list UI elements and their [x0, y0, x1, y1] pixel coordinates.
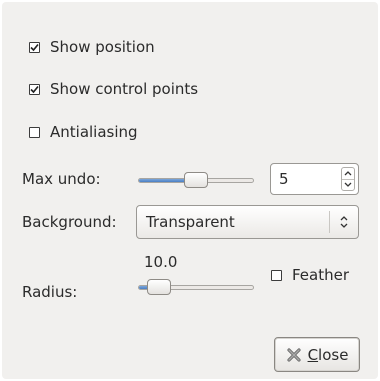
max-undo-value[interactable]: 5: [271, 164, 341, 194]
dialog: Show position Show control points Antial…: [2, 2, 378, 379]
chevron-down-icon: [344, 182, 352, 188]
show-position-option[interactable]: Show position: [29, 37, 155, 57]
show-position-checkbox[interactable]: [29, 41, 40, 53]
spin-up-button[interactable]: [342, 168, 354, 179]
check-mark-icon: [30, 85, 39, 93]
chevron-up-icon: [344, 170, 352, 176]
antialiasing-option[interactable]: Antialiasing: [29, 122, 138, 142]
feather-option[interactable]: Feather: [271, 265, 349, 285]
close-button-label: Close: [307, 345, 349, 364]
up-down-chevrons-icon: [340, 216, 348, 228]
slider-thumb[interactable]: [184, 172, 208, 188]
radius-value-text: 10.0: [144, 253, 178, 271]
show-control-points-label: Show control points: [50, 80, 199, 98]
show-position-label: Show position: [50, 38, 155, 56]
max-undo-spinbutton[interactable]: 5: [270, 163, 359, 195]
background-combobox[interactable]: Transparent: [136, 205, 359, 239]
spin-arrows: [341, 167, 355, 191]
feather-label: Feather: [292, 266, 350, 284]
show-control-points-checkbox[interactable]: [29, 83, 40, 95]
antialiasing-checkbox[interactable]: [29, 126, 40, 138]
radius-label: Radius:: [22, 283, 78, 301]
spin-down-button[interactable]: [342, 178, 354, 191]
radius-slider[interactable]: [138, 277, 254, 297]
combo-arrow[interactable]: [330, 215, 358, 229]
check-mark-icon: [30, 43, 39, 51]
background-label: Background:: [22, 213, 117, 231]
max-undo-label: Max undo:: [22, 170, 101, 188]
max-undo-slider[interactable]: [138, 170, 254, 190]
antialiasing-label: Antialiasing: [50, 123, 138, 141]
close-button[interactable]: Close: [274, 337, 360, 372]
close-x-icon: [286, 347, 301, 362]
slider-thumb[interactable]: [147, 279, 171, 295]
background-selected-value: Transparent: [146, 213, 235, 231]
show-control-points-option[interactable]: Show control points: [29, 79, 198, 99]
feather-checkbox[interactable]: [271, 269, 282, 281]
